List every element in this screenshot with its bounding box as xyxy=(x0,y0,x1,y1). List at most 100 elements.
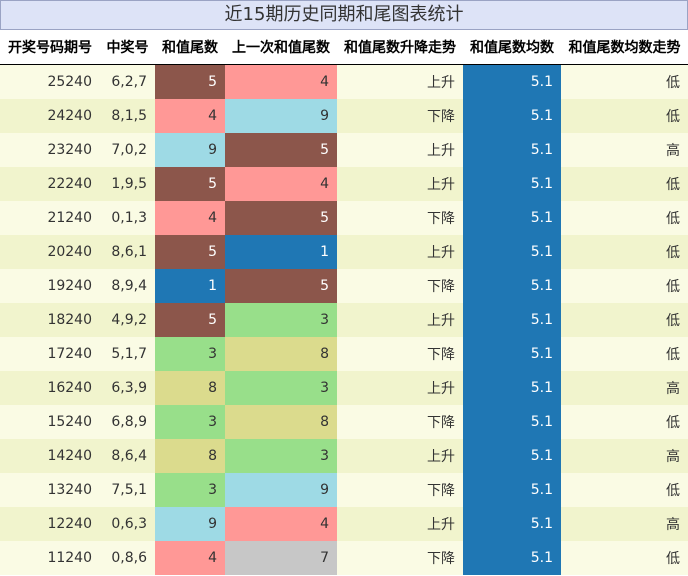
table-row: 22240 1,9,5 5 4 上升 5.1 低 xyxy=(0,167,688,201)
cell-trend: 上升 xyxy=(337,64,463,99)
cell-number: 6,8,9 xyxy=(100,405,155,439)
cell-prev-tail: 5 xyxy=(225,269,337,303)
cell-avg-trend: 高 xyxy=(561,507,688,541)
cell-prev-tail: 1 xyxy=(225,235,337,269)
table-row: 20240 8,6,1 5 1 上升 5.1 低 xyxy=(0,235,688,269)
cell-tail: 4 xyxy=(155,541,225,575)
cell-avg: 5.1 xyxy=(463,201,561,235)
table-row: 15240 6,8,9 3 8 下降 5.1 低 xyxy=(0,405,688,439)
cell-tail: 3 xyxy=(155,405,225,439)
cell-trend: 上升 xyxy=(337,371,463,405)
cell-issue: 25240 xyxy=(0,64,100,99)
cell-trend: 上升 xyxy=(337,507,463,541)
table-row: 21240 0,1,3 4 5 下降 5.1 低 xyxy=(0,201,688,235)
cell-prev-tail: 3 xyxy=(225,439,337,473)
cell-tail: 1 xyxy=(155,269,225,303)
cell-prev-tail: 9 xyxy=(225,99,337,133)
table-row: 14240 8,6,4 8 3 上升 5.1 高 xyxy=(0,439,688,473)
cell-avg: 5.1 xyxy=(463,371,561,405)
cell-avg-trend: 低 xyxy=(561,64,688,99)
cell-avg-trend: 低 xyxy=(561,201,688,235)
cell-avg: 5.1 xyxy=(463,439,561,473)
cell-issue: 11240 xyxy=(0,541,100,575)
cell-trend: 下降 xyxy=(337,201,463,235)
cell-number: 0,6,3 xyxy=(100,507,155,541)
cell-tail: 5 xyxy=(155,167,225,201)
cell-prev-tail: 3 xyxy=(225,303,337,337)
cell-number: 6,2,7 xyxy=(100,64,155,99)
header-trend: 和值尾数升降走势 xyxy=(337,30,463,65)
cell-avg: 5.1 xyxy=(463,303,561,337)
cell-prev-tail: 8 xyxy=(225,337,337,371)
cell-issue: 19240 xyxy=(0,269,100,303)
cell-avg-trend: 低 xyxy=(561,167,688,201)
cell-issue: 23240 xyxy=(0,133,100,167)
cell-avg-trend: 低 xyxy=(561,337,688,371)
table-row: 17240 5,1,7 3 8 下降 5.1 低 xyxy=(0,337,688,371)
cell-trend: 上升 xyxy=(337,133,463,167)
cell-trend: 上升 xyxy=(337,439,463,473)
cell-prev-tail: 5 xyxy=(225,201,337,235)
cell-prev-tail: 7 xyxy=(225,541,337,575)
cell-avg: 5.1 xyxy=(463,235,561,269)
cell-avg: 5.1 xyxy=(463,269,561,303)
table-row: 25240 6,2,7 5 4 上升 5.1 低 xyxy=(0,64,688,99)
cell-issue: 12240 xyxy=(0,507,100,541)
cell-avg: 5.1 xyxy=(463,64,561,99)
cell-issue: 24240 xyxy=(0,99,100,133)
header-prev-tail: 上一次和值尾数 xyxy=(225,30,337,65)
cell-trend: 下降 xyxy=(337,99,463,133)
cell-avg-trend: 低 xyxy=(561,235,688,269)
cell-avg-trend: 低 xyxy=(561,99,688,133)
cell-trend: 下降 xyxy=(337,473,463,507)
cell-prev-tail: 9 xyxy=(225,473,337,507)
table-body: 25240 6,2,7 5 4 上升 5.1 低 24240 8,1,5 4 9 下降 5.1 低 2324… xyxy=(0,64,688,575)
cell-avg-trend: 高 xyxy=(561,133,688,167)
cell-tail: 9 xyxy=(155,133,225,167)
cell-trend: 上升 xyxy=(337,235,463,269)
cell-avg: 5.1 xyxy=(463,405,561,439)
cell-avg-trend: 高 xyxy=(561,439,688,473)
cell-number: 8,6,1 xyxy=(100,235,155,269)
cell-trend: 上升 xyxy=(337,303,463,337)
table-row: 18240 4,9,2 5 3 上升 5.1 低 xyxy=(0,303,688,337)
header-number: 中奖号 xyxy=(100,30,155,65)
header-avg: 和值尾数均数 xyxy=(463,30,561,65)
cell-avg: 5.1 xyxy=(463,99,561,133)
table-row: 23240 7,0,2 9 5 上升 5.1 高 xyxy=(0,133,688,167)
cell-prev-tail: 8 xyxy=(225,405,337,439)
cell-issue: 13240 xyxy=(0,473,100,507)
cell-avg-trend: 低 xyxy=(561,405,688,439)
cell-avg-trend: 低 xyxy=(561,303,688,337)
table-row: 13240 7,5,1 3 9 下降 5.1 低 xyxy=(0,473,688,507)
cell-issue: 16240 xyxy=(0,371,100,405)
cell-number: 0,8,6 xyxy=(100,541,155,575)
cell-tail: 5 xyxy=(155,303,225,337)
cell-avg-trend: 低 xyxy=(561,541,688,575)
header-issue: 开奖号码期号 xyxy=(0,30,100,65)
cell-avg: 5.1 xyxy=(463,167,561,201)
cell-prev-tail: 4 xyxy=(225,167,337,201)
cell-avg: 5.1 xyxy=(463,337,561,371)
page-title: 近15期历史同期和尾图表统计 xyxy=(0,0,688,30)
cell-avg: 5.1 xyxy=(463,473,561,507)
cell-issue: 15240 xyxy=(0,405,100,439)
cell-tail: 3 xyxy=(155,473,225,507)
cell-number: 7,5,1 xyxy=(100,473,155,507)
cell-number: 8,1,5 xyxy=(100,99,155,133)
cell-issue: 17240 xyxy=(0,337,100,371)
cell-prev-tail: 3 xyxy=(225,371,337,405)
cell-issue: 22240 xyxy=(0,167,100,201)
cell-tail: 3 xyxy=(155,337,225,371)
cell-number: 4,9,2 xyxy=(100,303,155,337)
cell-issue: 20240 xyxy=(0,235,100,269)
cell-tail: 8 xyxy=(155,439,225,473)
table-row: 16240 6,3,9 8 3 上升 5.1 高 xyxy=(0,371,688,405)
cell-prev-tail: 4 xyxy=(225,64,337,99)
header-avg-trend: 和值尾数均数走势 xyxy=(561,30,688,65)
cell-prev-tail: 5 xyxy=(225,133,337,167)
cell-issue: 14240 xyxy=(0,439,100,473)
cell-number: 1,9,5 xyxy=(100,167,155,201)
table-row: 24240 8,1,5 4 9 下降 5.1 低 xyxy=(0,99,688,133)
cell-avg: 5.1 xyxy=(463,507,561,541)
